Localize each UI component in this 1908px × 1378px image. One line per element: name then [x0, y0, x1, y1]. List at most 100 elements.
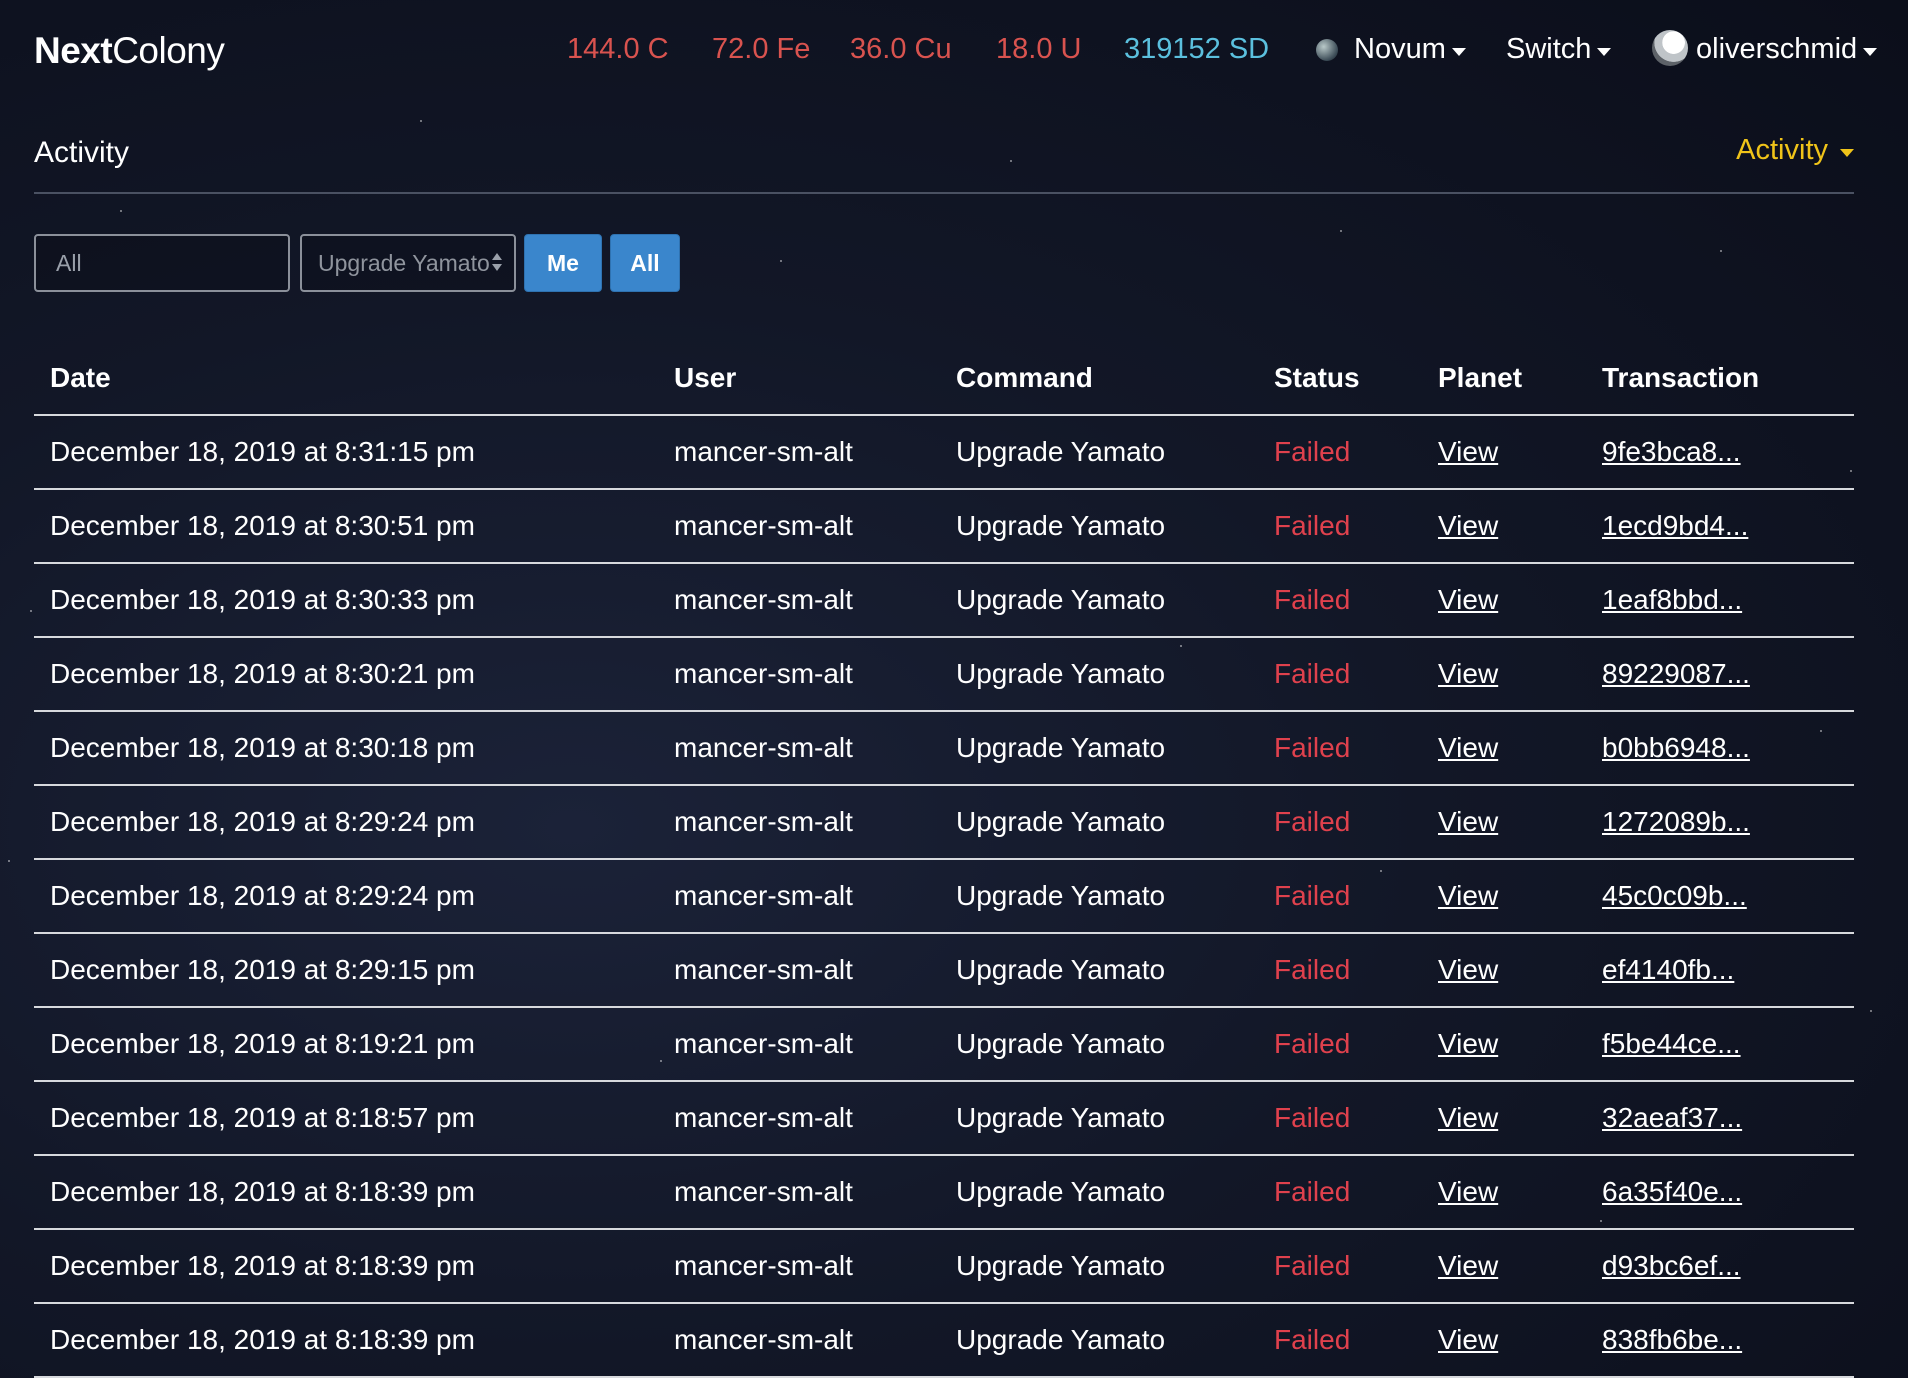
resource-uranium: 18.0 U — [996, 33, 1082, 65]
planet-view-link[interactable]: View — [1438, 1102, 1498, 1134]
planet-view-link[interactable]: View — [1438, 732, 1498, 764]
planet-view-link[interactable]: View — [1438, 510, 1498, 542]
planet-view-link[interactable]: View — [1438, 436, 1498, 468]
select-arrows-icon — [492, 253, 504, 271]
table-row: December 18, 2019 at 8:29:15 pm mancer-sm… — [34, 934, 1854, 1008]
command-cell: Upgrade Yamato — [956, 1028, 1166, 1059]
status-cell: Failed — [1274, 584, 1351, 615]
command-cell: Upgrade Yamato — [956, 510, 1166, 541]
column-header-command: Command — [956, 362, 1093, 393]
planet-view-link[interactable]: View — [1438, 880, 1498, 912]
user-dropdown[interactable]: oliverschmid — [1652, 29, 1878, 66]
status-cell: Failed — [1274, 1324, 1351, 1355]
status-cell: Failed — [1274, 954, 1351, 985]
user-cell: mancer-sm-alt — [674, 436, 853, 467]
command-cell: Upgrade Yamato — [956, 658, 1166, 689]
table-row: December 18, 2019 at 8:18:39 pm mancer-sm… — [34, 1230, 1854, 1304]
table-row: December 18, 2019 at 8:30:18 pm mancer-sm… — [34, 712, 1854, 786]
date-cell: December 18, 2019 at 8:19:21 pm — [50, 1028, 475, 1059]
status-cell: Failed — [1274, 1102, 1351, 1133]
page-title: Activity — [34, 136, 130, 169]
planet-view-link[interactable]: View — [1438, 954, 1498, 986]
user-cell: mancer-sm-alt — [674, 1176, 853, 1207]
command-select[interactable]: Upgrade Yamato — [300, 234, 516, 292]
status-cell: Failed — [1274, 1250, 1351, 1281]
user-cell: mancer-sm-alt — [674, 1324, 853, 1355]
transaction-link[interactable]: 1eaf8bbd... — [1602, 584, 1742, 616]
command-cell: Upgrade Yamato — [956, 732, 1166, 763]
column-header-status: Status — [1274, 362, 1360, 393]
status-cell: Failed — [1274, 732, 1351, 763]
table-row: December 18, 2019 at 8:29:24 pm mancer-sm… — [34, 786, 1854, 860]
header-divider — [34, 192, 1854, 194]
brand-logo[interactable]: NextColony — [34, 30, 225, 72]
transaction-link[interactable]: b0bb6948... — [1602, 732, 1750, 764]
planet-view-link[interactable]: View — [1438, 1324, 1498, 1356]
status-cell: Failed — [1274, 880, 1351, 911]
column-header-transaction: Transaction — [1602, 362, 1760, 393]
status-cell: Failed — [1274, 436, 1351, 467]
transaction-link[interactable]: 6a35f40e... — [1602, 1176, 1742, 1208]
user-cell: mancer-sm-alt — [674, 954, 853, 985]
planet-view-link[interactable]: View — [1438, 1028, 1498, 1060]
transaction-link[interactable]: 1ecd9bd4... — [1602, 510, 1748, 542]
date-cell: December 18, 2019 at 8:18:39 pm — [50, 1176, 475, 1207]
transaction-link[interactable]: 89229087... — [1602, 658, 1750, 690]
command-cell: Upgrade Yamato — [956, 1250, 1166, 1281]
all-button[interactable]: All — [610, 234, 680, 292]
command-cell: Upgrade Yamato — [956, 436, 1166, 467]
transaction-link[interactable]: d93bc6ef... — [1602, 1250, 1741, 1282]
switch-dropdown-label: Switch — [1506, 33, 1592, 65]
transaction-link[interactable]: 1272089b... — [1602, 806, 1750, 838]
date-cell: December 18, 2019 at 8:18:39 pm — [50, 1324, 475, 1355]
table-header: Date User Command Status Planet Transact… — [34, 348, 1854, 416]
planet-icon — [1316, 38, 1338, 61]
planet-view-link[interactable]: View — [1438, 584, 1498, 616]
planet-view-link[interactable]: View — [1438, 1176, 1498, 1208]
status-cell: Failed — [1274, 1176, 1351, 1207]
user-cell: mancer-sm-alt — [674, 1028, 853, 1059]
transaction-link[interactable]: 32aeaf37... — [1602, 1102, 1742, 1134]
transaction-link[interactable]: ef4140fb... — [1602, 954, 1734, 986]
user-cell: mancer-sm-alt — [674, 732, 853, 763]
table-row: December 18, 2019 at 8:18:39 pm mancer-sm… — [34, 1304, 1854, 1378]
planet-view-link[interactable]: View — [1438, 1250, 1498, 1282]
caret-down-icon — [1597, 47, 1612, 56]
activity-dropdown[interactable]: Activity — [1736, 134, 1854, 167]
date-cell: December 18, 2019 at 8:18:39 pm — [50, 1250, 475, 1281]
status-cell: Failed — [1274, 806, 1351, 837]
transaction-link[interactable]: 838fb6be... — [1602, 1324, 1742, 1356]
command-cell: Upgrade Yamato — [956, 954, 1166, 985]
user-dropdown-label: oliverschmid — [1696, 33, 1858, 65]
command-cell: Upgrade Yamato — [956, 806, 1166, 837]
date-cell: December 18, 2019 at 8:30:51 pm — [50, 510, 475, 541]
table-row: December 18, 2019 at 8:18:57 pm mancer-sm… — [34, 1082, 1854, 1156]
date-cell: December 18, 2019 at 8:31:15 pm — [50, 436, 475, 467]
transaction-link[interactable]: 9fe3bca8... — [1602, 436, 1741, 468]
me-button[interactable]: Me — [524, 234, 602, 292]
status-cell: Failed — [1274, 1028, 1351, 1059]
date-cell: December 18, 2019 at 8:29:15 pm — [50, 954, 475, 985]
planet-dropdown[interactable]: Novum — [1316, 33, 1466, 66]
user-cell: mancer-sm-alt — [674, 1250, 853, 1281]
command-cell: Upgrade Yamato — [956, 1324, 1166, 1355]
table-row: December 18, 2019 at 8:29:24 pm mancer-sm… — [34, 860, 1854, 934]
command-cell: Upgrade Yamato — [956, 1176, 1166, 1207]
table-row: December 18, 2019 at 8:31:15 pm mancer-sm… — [34, 416, 1854, 490]
resource-copper: 36.0 Cu — [850, 33, 952, 65]
activity-dropdown-label: Activity — [1736, 134, 1828, 166]
caret-down-icon — [1840, 148, 1854, 157]
switch-dropdown[interactable]: Switch — [1506, 33, 1612, 66]
column-header-user: User — [674, 362, 737, 393]
transaction-link[interactable]: f5be44ce... — [1602, 1028, 1741, 1060]
transaction-link[interactable]: 45c0c09b... — [1602, 880, 1747, 912]
user-cell: mancer-sm-alt — [674, 1102, 853, 1133]
planet-view-link[interactable]: View — [1438, 658, 1498, 690]
table-row: December 18, 2019 at 8:18:39 pm mancer-sm… — [34, 1156, 1854, 1230]
column-header-planet: Planet — [1438, 362, 1523, 393]
search-input[interactable] — [34, 234, 290, 292]
planet-view-link[interactable]: View — [1438, 806, 1498, 838]
user-cell: mancer-sm-alt — [674, 510, 853, 541]
date-cell: December 18, 2019 at 8:18:57 pm — [50, 1102, 475, 1133]
user-cell: mancer-sm-alt — [674, 584, 853, 615]
